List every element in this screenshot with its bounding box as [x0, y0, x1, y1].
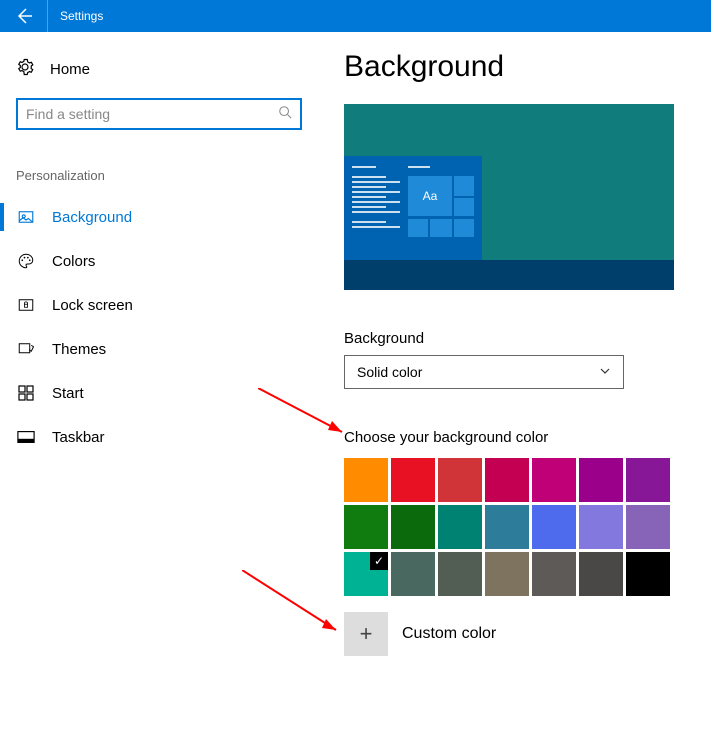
nav-item-themes[interactable]: Themes — [16, 327, 304, 371]
main-content: Background Aa Background Solid color C — [320, 32, 711, 735]
color-swatch[interactable] — [579, 552, 623, 596]
nav-item-label: Taskbar — [52, 429, 105, 446]
color-grid — [344, 458, 679, 596]
color-swatch[interactable] — [391, 505, 435, 549]
color-swatch[interactable] — [344, 552, 388, 596]
lockscreen-icon — [16, 296, 36, 314]
custom-color-button[interactable]: + — [344, 612, 388, 656]
palette-icon — [16, 252, 36, 270]
home-button[interactable]: Home — [16, 50, 304, 98]
gear-icon — [16, 58, 34, 80]
chevron-down-icon — [599, 364, 611, 380]
nav-item-taskbar[interactable]: Taskbar — [16, 415, 304, 459]
taskbar-icon — [16, 430, 36, 444]
nav-item-background[interactable]: Background — [16, 195, 304, 239]
color-swatch[interactable] — [626, 505, 670, 549]
desktop-preview: Aa — [344, 104, 674, 290]
color-swatch[interactable] — [532, 458, 576, 502]
color-swatch[interactable] — [344, 505, 388, 549]
color-swatch[interactable] — [438, 505, 482, 549]
nav-list: Background Colors Lock screen Themes Sta… — [16, 195, 304, 459]
window-title: Settings — [48, 9, 103, 23]
color-swatch[interactable] — [579, 505, 623, 549]
search-input-container[interactable] — [16, 98, 302, 130]
section-label: Personalization — [16, 168, 304, 183]
color-swatch[interactable] — [391, 552, 435, 596]
nav-item-label: Background — [52, 209, 132, 226]
color-swatch[interactable] — [485, 505, 529, 549]
taskbar-preview — [344, 260, 674, 290]
color-swatch[interactable] — [344, 458, 388, 502]
nav-item-lockscreen[interactable]: Lock screen — [16, 283, 304, 327]
background-dropdown-label: Background — [344, 330, 679, 347]
themes-icon — [16, 340, 36, 358]
nav-item-label: Colors — [52, 253, 95, 270]
color-swatch[interactable] — [438, 552, 482, 596]
custom-color-label: Custom color — [402, 625, 496, 643]
picture-icon — [16, 208, 36, 226]
color-swatch[interactable] — [485, 552, 529, 596]
plus-icon: + — [360, 621, 373, 647]
color-swatch[interactable] — [391, 458, 435, 502]
colors-label: Choose your background color — [344, 429, 679, 446]
nav-item-colors[interactable]: Colors — [16, 239, 304, 283]
start-icon — [16, 385, 36, 401]
home-label: Home — [50, 61, 90, 78]
startmenu-preview: Aa — [344, 156, 482, 260]
color-swatch[interactable] — [532, 505, 576, 549]
nav-item-label: Lock screen — [52, 297, 133, 314]
color-swatch[interactable] — [626, 458, 670, 502]
nav-item-start[interactable]: Start — [16, 371, 304, 415]
page-title: Background — [344, 50, 679, 84]
sidebar: Home Personalization Background Colors L… — [0, 32, 320, 735]
color-swatch[interactable] — [626, 552, 670, 596]
nav-item-label: Themes — [52, 341, 106, 358]
dropdown-value: Solid color — [357, 364, 422, 380]
nav-item-label: Start — [52, 385, 84, 402]
color-swatch[interactable] — [485, 458, 529, 502]
preview-tile-aa: Aa — [408, 176, 452, 216]
background-dropdown[interactable]: Solid color — [344, 355, 624, 389]
color-swatch[interactable] — [532, 552, 576, 596]
back-button[interactable] — [0, 0, 48, 32]
color-swatch[interactable] — [579, 458, 623, 502]
titlebar: Settings — [0, 0, 711, 32]
color-swatch[interactable] — [438, 458, 482, 502]
search-input[interactable] — [26, 106, 278, 122]
arrow-left-icon — [16, 8, 32, 24]
search-icon — [278, 105, 292, 124]
